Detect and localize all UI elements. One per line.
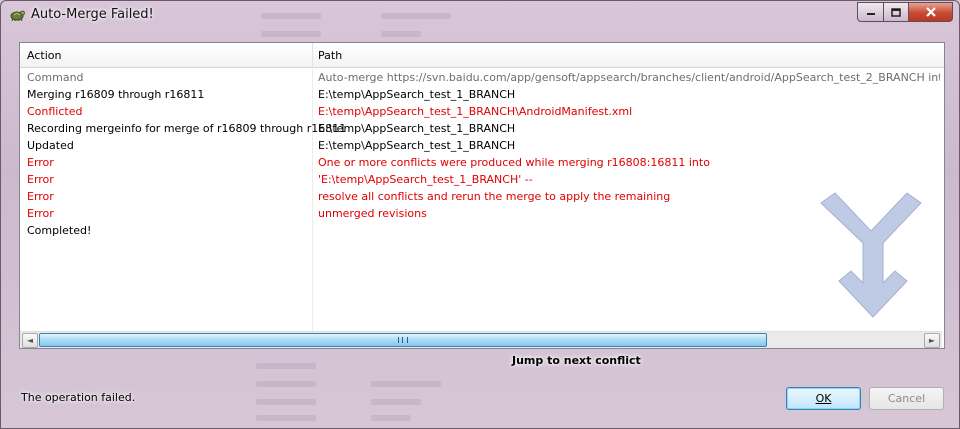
row-path: E:\temp\AppSearch_test_1_BRANCH bbox=[318, 88, 516, 101]
list-item[interactable]: Error 'E:\temp\AppSearch_test_1_BRANCH' -… bbox=[20, 171, 940, 188]
list-item[interactable]: Conflicted E:\temp\AppSearch_test_1_BRANC… bbox=[20, 103, 940, 120]
list-item[interactable]: Completed! bbox=[20, 222, 940, 239]
background-ghost bbox=[256, 363, 316, 369]
row-action: Updated bbox=[27, 139, 74, 152]
background-ghost bbox=[261, 31, 321, 37]
row-path: E:\temp\AppSearch_test_1_BRANCH bbox=[318, 122, 516, 135]
row-action: Conflicted bbox=[27, 105, 83, 118]
scroll-right-button[interactable]: ► bbox=[924, 333, 940, 348]
row-action: Error bbox=[27, 156, 54, 169]
merge-arrow-icon bbox=[820, 192, 922, 318]
list-header: Action Path bbox=[20, 43, 944, 68]
row-action: Command bbox=[27, 71, 84, 84]
row-action: Completed! bbox=[27, 224, 92, 237]
background-ghost bbox=[256, 381, 316, 387]
row-action: Recording mergeinfo for merge of r16809 … bbox=[27, 122, 347, 135]
window-title: Auto-Merge Failed! bbox=[31, 7, 154, 22]
row-path: resolve all conflicts and rerun the merg… bbox=[318, 190, 671, 203]
row-action: Merging r16809 through r16811 bbox=[27, 88, 205, 101]
scroll-thumb[interactable] bbox=[39, 333, 767, 347]
background-ghost bbox=[371, 399, 421, 405]
horizontal-scrollbar[interactable]: ◄ ► bbox=[20, 331, 942, 348]
row-action: Error bbox=[27, 207, 54, 220]
list-item[interactable]: Error One or more conflicts were produced… bbox=[20, 154, 940, 171]
minimize-icon bbox=[866, 13, 875, 15]
cancel-button[interactable]: Cancel bbox=[869, 387, 944, 410]
row-action: Error bbox=[27, 173, 54, 186]
scroll-left-button[interactable]: ◄ bbox=[22, 333, 38, 348]
ok-button-label: OK bbox=[815, 392, 832, 405]
status-text: The operation failed. bbox=[21, 391, 136, 404]
merge-log-list[interactable]: Action Path Command Auto-merge https://sv… bbox=[19, 42, 945, 349]
title-bar[interactable]: Auto-Merge Failed! bbox=[1, 1, 959, 29]
chevron-right-icon: ► bbox=[928, 336, 936, 345]
background-ghost bbox=[371, 415, 411, 421]
grip-icon bbox=[398, 337, 408, 343]
dialog-window: Auto-Merge Failed! Action Path Command Au… bbox=[0, 0, 960, 429]
row-path: Auto-merge https://svn.baidu.com/app/gen… bbox=[318, 71, 940, 84]
ok-button[interactable]: OK bbox=[786, 387, 861, 410]
maximize-icon bbox=[891, 7, 901, 17]
caption-buttons bbox=[857, 2, 953, 22]
tortoise-icon bbox=[9, 7, 25, 23]
close-button[interactable] bbox=[909, 2, 953, 22]
row-path: 'E:\temp\AppSearch_test_1_BRANCH' -- bbox=[318, 173, 533, 186]
list-item[interactable]: Updated E:\temp\AppSearch_test_1_BRANCH bbox=[20, 137, 940, 154]
column-separator[interactable] bbox=[312, 43, 313, 67]
column-header-action[interactable]: Action bbox=[27, 49, 61, 62]
background-ghost bbox=[256, 399, 316, 405]
background-ghost bbox=[371, 381, 441, 387]
jump-to-next-conflict-link[interactable]: Jump to next conflict bbox=[512, 354, 641, 367]
row-path: One or more conflicts were produced whil… bbox=[318, 156, 710, 169]
chevron-left-icon: ◄ bbox=[26, 336, 34, 345]
list-item[interactable]: Command Auto-merge https://svn.baidu.com/… bbox=[20, 69, 940, 86]
minimize-button[interactable] bbox=[857, 2, 884, 22]
list-item[interactable]: Error unmerged revisions bbox=[20, 205, 940, 222]
list-rows: Command Auto-merge https://svn.baidu.com/… bbox=[20, 69, 940, 331]
background-ghost bbox=[256, 415, 316, 421]
row-path: E:\temp\AppSearch_test_1_BRANCH bbox=[318, 139, 516, 152]
list-item[interactable]: Recording mergeinfo for merge of r16809 … bbox=[20, 120, 940, 137]
cancel-button-label: Cancel bbox=[887, 392, 926, 405]
background-ghost bbox=[381, 31, 421, 37]
column-header-path[interactable]: Path bbox=[318, 49, 342, 62]
close-icon bbox=[925, 7, 936, 17]
row-path: E:\temp\AppSearch_test_1_BRANCH\AndroidM… bbox=[318, 105, 633, 118]
row-action: Error bbox=[27, 190, 54, 203]
list-item[interactable]: Merging r16809 through r16811 E:\temp\App… bbox=[20, 86, 940, 103]
list-item[interactable]: Error resolve all conflicts and rerun the… bbox=[20, 188, 940, 205]
maximize-button[interactable] bbox=[884, 2, 909, 22]
row-path: unmerged revisions bbox=[318, 207, 427, 220]
